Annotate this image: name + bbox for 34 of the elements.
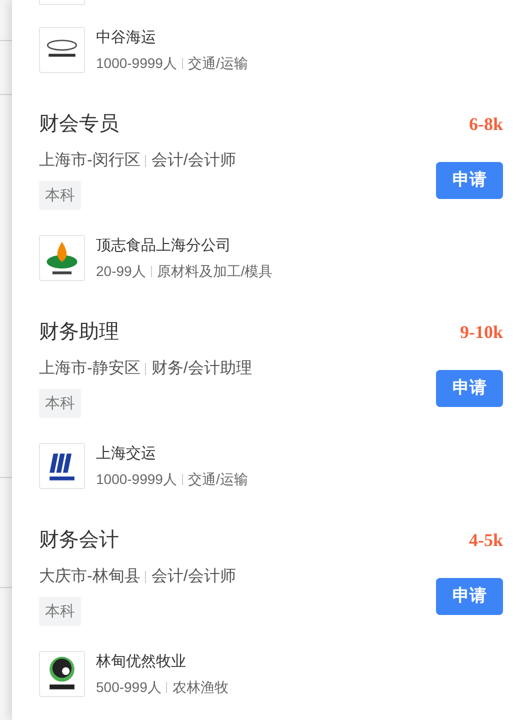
company-logo — [39, 27, 85, 73]
job-location: 上海市-闵行区 — [39, 150, 140, 171]
company-name: 中谷海运 — [96, 28, 157, 48]
apply-button[interactable]: 申请 — [436, 370, 503, 406]
company-name: 林甸优然牧业 — [96, 652, 187, 672]
company-industry: 交通/运输 — [188, 54, 248, 73]
company-size: 20-99人 — [96, 262, 146, 281]
job-title[interactable]: 财务助理 — [39, 317, 119, 347]
apply-button[interactable]: 申请 — [436, 162, 503, 198]
job-title[interactable]: 财会专员 — [39, 109, 119, 139]
apply-button[interactable]: 申请 — [436, 578, 503, 614]
company-size: 1000-9999人 — [96, 54, 177, 73]
job-category: 会计/会计师 — [151, 566, 236, 587]
company-industry: 交通/运输 — [188, 470, 248, 489]
company-industry: 农林渔牧 — [172, 678, 228, 697]
company-logo — [39, 235, 85, 281]
salary: 4-5k — [468, 528, 503, 552]
company-size: 1000-9999人 — [96, 470, 177, 489]
company-industry: 原材料及加工/模具 — [156, 262, 273, 281]
salary: 9-10k — [460, 320, 503, 344]
education-tag: 本科 — [39, 389, 81, 418]
education-tag: 本科 — [39, 181, 81, 210]
job-category: 财务/会计助理 — [151, 358, 252, 379]
job-category: 会计/会计师 — [151, 150, 236, 171]
job-title[interactable]: 财务会计 — [39, 525, 119, 555]
company-size: 500-999人 — [96, 678, 162, 697]
job-location: 大庆市-林甸县 — [39, 566, 140, 587]
company-logo — [39, 651, 85, 697]
education-tag: 本科 — [39, 597, 81, 626]
company-logo — [39, 443, 85, 489]
job-location: 上海市-静安区 — [39, 358, 140, 379]
company-name: 上海交运 — [96, 444, 157, 464]
company-name: 顶志食品上海分公司 — [96, 236, 232, 256]
salary: 6-8k — [468, 112, 503, 136]
